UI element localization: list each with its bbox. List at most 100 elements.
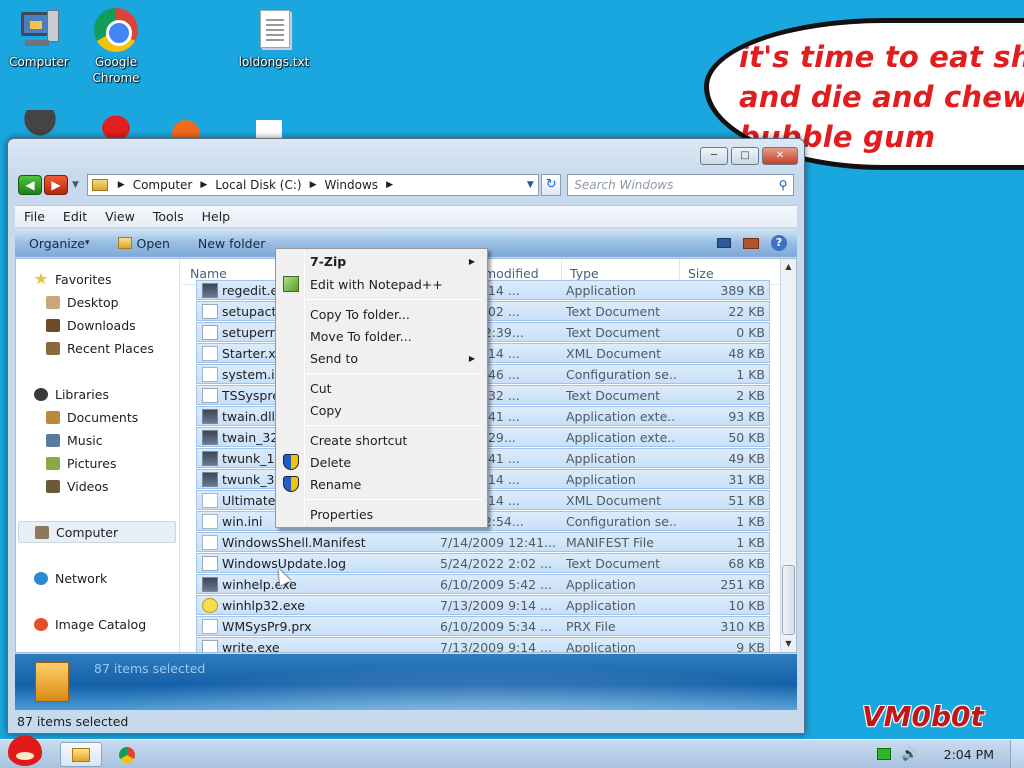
nav-recent-places[interactable]: Recent Places xyxy=(46,338,154,358)
refresh-button[interactable]: ↻ xyxy=(541,174,562,196)
menu-tools[interactable]: Tools xyxy=(144,209,193,224)
scroll-up-icon[interactable]: ▲ xyxy=(781,259,796,275)
open-folder-icon xyxy=(117,237,132,249)
menu-view[interactable]: View xyxy=(96,209,144,224)
desktop-icon-label: Computer xyxy=(9,55,69,69)
nav-network[interactable]: Network xyxy=(34,568,107,588)
nav-music[interactable]: Music xyxy=(46,430,103,450)
menu-help[interactable]: Help xyxy=(193,209,240,224)
nav-favorites[interactable]: Favorites xyxy=(34,269,111,289)
table-row[interactable]: winhlp32.exe 7/13/2009 9:14 ... Applicatio… xyxy=(196,595,770,615)
menu-item-copy-to-folder[interactable]: Copy To folder... xyxy=(278,303,485,325)
file-icon xyxy=(202,639,218,652)
menu-item-properties[interactable]: Properties xyxy=(278,503,485,525)
address-bar[interactable]: ▶ Computer ▶ Local Disk (C:) ▶ Windows ▶… xyxy=(86,174,540,196)
nav-videos[interactable]: Videos xyxy=(46,476,109,496)
file-name: winhlp32.exe xyxy=(222,597,306,613)
taskbar-explorer[interactable] xyxy=(60,742,102,767)
desktop-icon-chrome[interactable]: Google Chrome xyxy=(78,8,154,86)
open-button[interactable]: Open xyxy=(104,236,184,251)
file-icon xyxy=(202,492,218,508)
scroll-thumb[interactable] xyxy=(782,565,795,635)
start-button[interactable] xyxy=(0,730,54,768)
volume-icon[interactable]: 🔊 xyxy=(901,747,917,762)
desktop-icon-computer[interactable]: Computer xyxy=(1,8,77,70)
search-icon[interactable]: ⚲ xyxy=(773,178,793,192)
file-type: XML Document xyxy=(566,345,662,361)
file-size: 22 KB xyxy=(728,303,765,319)
nav-pictures[interactable]: Pictures xyxy=(46,453,117,473)
minimize-button[interactable]: ─ xyxy=(700,147,728,165)
search-input[interactable]: Search Windows ⚲ xyxy=(567,174,795,196)
vertical-scrollbar[interactable]: ▲ ▼ xyxy=(780,259,796,652)
computer-icon xyxy=(35,525,49,539)
back-button[interactable]: ◀ xyxy=(18,175,42,195)
text-file-icon[interactable] xyxy=(248,110,288,140)
organize-button[interactable]: Organize xyxy=(15,236,104,251)
uac-shield-icon xyxy=(283,476,299,492)
taskbar-chrome[interactable] xyxy=(106,742,148,767)
opera-icon[interactable] xyxy=(96,110,136,140)
maximize-button[interactable]: □ xyxy=(731,147,759,165)
file-size: 2 KB xyxy=(736,387,765,403)
clock[interactable]: 2:04 PM xyxy=(944,747,994,762)
desktop-icon-loldongs[interactable]: loldongs.txt xyxy=(236,8,312,70)
help-icon[interactable]: ? xyxy=(771,235,787,251)
menu-item-create-shortcut[interactable]: Create shortcut xyxy=(278,429,485,451)
table-row[interactable]: WMSysPr9.prx 6/10/2009 5:34 ... PRX File 31… xyxy=(196,616,770,636)
file-type: Text Document xyxy=(566,324,661,340)
menu-bar: File Edit View Tools Help xyxy=(15,205,797,227)
address-dropdown-icon[interactable]: ▼ xyxy=(522,180,538,190)
nav-downloads[interactable]: Downloads xyxy=(46,315,136,335)
desktop-icon-partial[interactable] xyxy=(20,110,60,140)
nav-libraries[interactable]: Libraries xyxy=(34,384,109,404)
network-icon xyxy=(34,571,48,585)
close-button[interactable]: ✕ xyxy=(762,147,798,165)
status-bar: 87 items selected xyxy=(15,711,797,731)
breadcrumb-local-disk[interactable]: Local Disk (C:) xyxy=(215,178,301,192)
file-type: Text Document xyxy=(566,387,661,403)
file-size: 50 KB xyxy=(728,429,765,445)
show-desktop-button[interactable] xyxy=(1010,740,1024,768)
menu-item-copy[interactable]: Copy xyxy=(278,399,485,421)
nav-documents[interactable]: Documents xyxy=(46,407,138,427)
file-icon xyxy=(202,618,218,634)
table-row[interactable]: write.exe 7/13/2009 9:14 ... Application 9 … xyxy=(196,637,770,652)
preview-pane-icon[interactable] xyxy=(743,237,759,249)
search-placeholder: Search Windows xyxy=(574,178,674,192)
desktop-icon-partial[interactable] xyxy=(170,110,210,140)
table-row[interactable]: WindowsShell.Manifest 7/14/2009 12:41... M… xyxy=(196,532,770,552)
menu-item-edit-notepadpp[interactable]: Edit with Notepad++ xyxy=(278,273,485,295)
submenu-arrow-icon: ▶ xyxy=(468,353,475,363)
music-icon xyxy=(46,433,60,447)
file-size: 68 KB xyxy=(728,555,765,571)
nav-desktop[interactable]: Desktop xyxy=(46,292,119,312)
network-status-icon[interactable] xyxy=(877,748,892,760)
file-type: Application xyxy=(566,576,636,592)
scroll-down-icon[interactable]: ▼ xyxy=(781,636,796,652)
menu-item-move-to-folder[interactable]: Move To folder... xyxy=(278,325,485,347)
desktop-icon-label: loldongs.txt xyxy=(238,55,310,69)
file-icon xyxy=(202,450,218,466)
text-file-icon xyxy=(252,8,296,52)
change-view-icon[interactable] xyxy=(717,238,731,248)
menu-edit[interactable]: Edit xyxy=(54,209,96,224)
breadcrumb-windows[interactable]: Windows xyxy=(324,178,378,192)
menu-item-rename[interactable]: Rename xyxy=(278,473,485,495)
nav-image-catalog[interactable]: Image Catalog xyxy=(34,614,146,634)
recent-places-icon xyxy=(46,341,60,355)
forward-button[interactable]: ▶ xyxy=(44,175,68,195)
menu-item-cut[interactable]: Cut xyxy=(278,377,485,399)
breadcrumb-computer[interactable]: Computer xyxy=(133,178,193,192)
history-dropdown-icon[interactable]: ▼ xyxy=(72,180,83,190)
new-folder-button[interactable]: New folder xyxy=(184,236,280,251)
menu-file[interactable]: File xyxy=(15,209,54,224)
computer-icon xyxy=(17,8,61,52)
file-size: 49 KB xyxy=(728,450,765,466)
menu-item-send-to[interactable]: Send to ▶ xyxy=(278,347,485,369)
status-text: 87 items selected xyxy=(17,713,129,729)
file-type: PRX File xyxy=(566,618,616,634)
nav-computer[interactable]: Computer xyxy=(18,521,176,543)
menu-item-delete[interactable]: Delete xyxy=(278,451,485,473)
menu-item-7zip[interactable]: 7-Zip ▶ xyxy=(278,250,485,272)
